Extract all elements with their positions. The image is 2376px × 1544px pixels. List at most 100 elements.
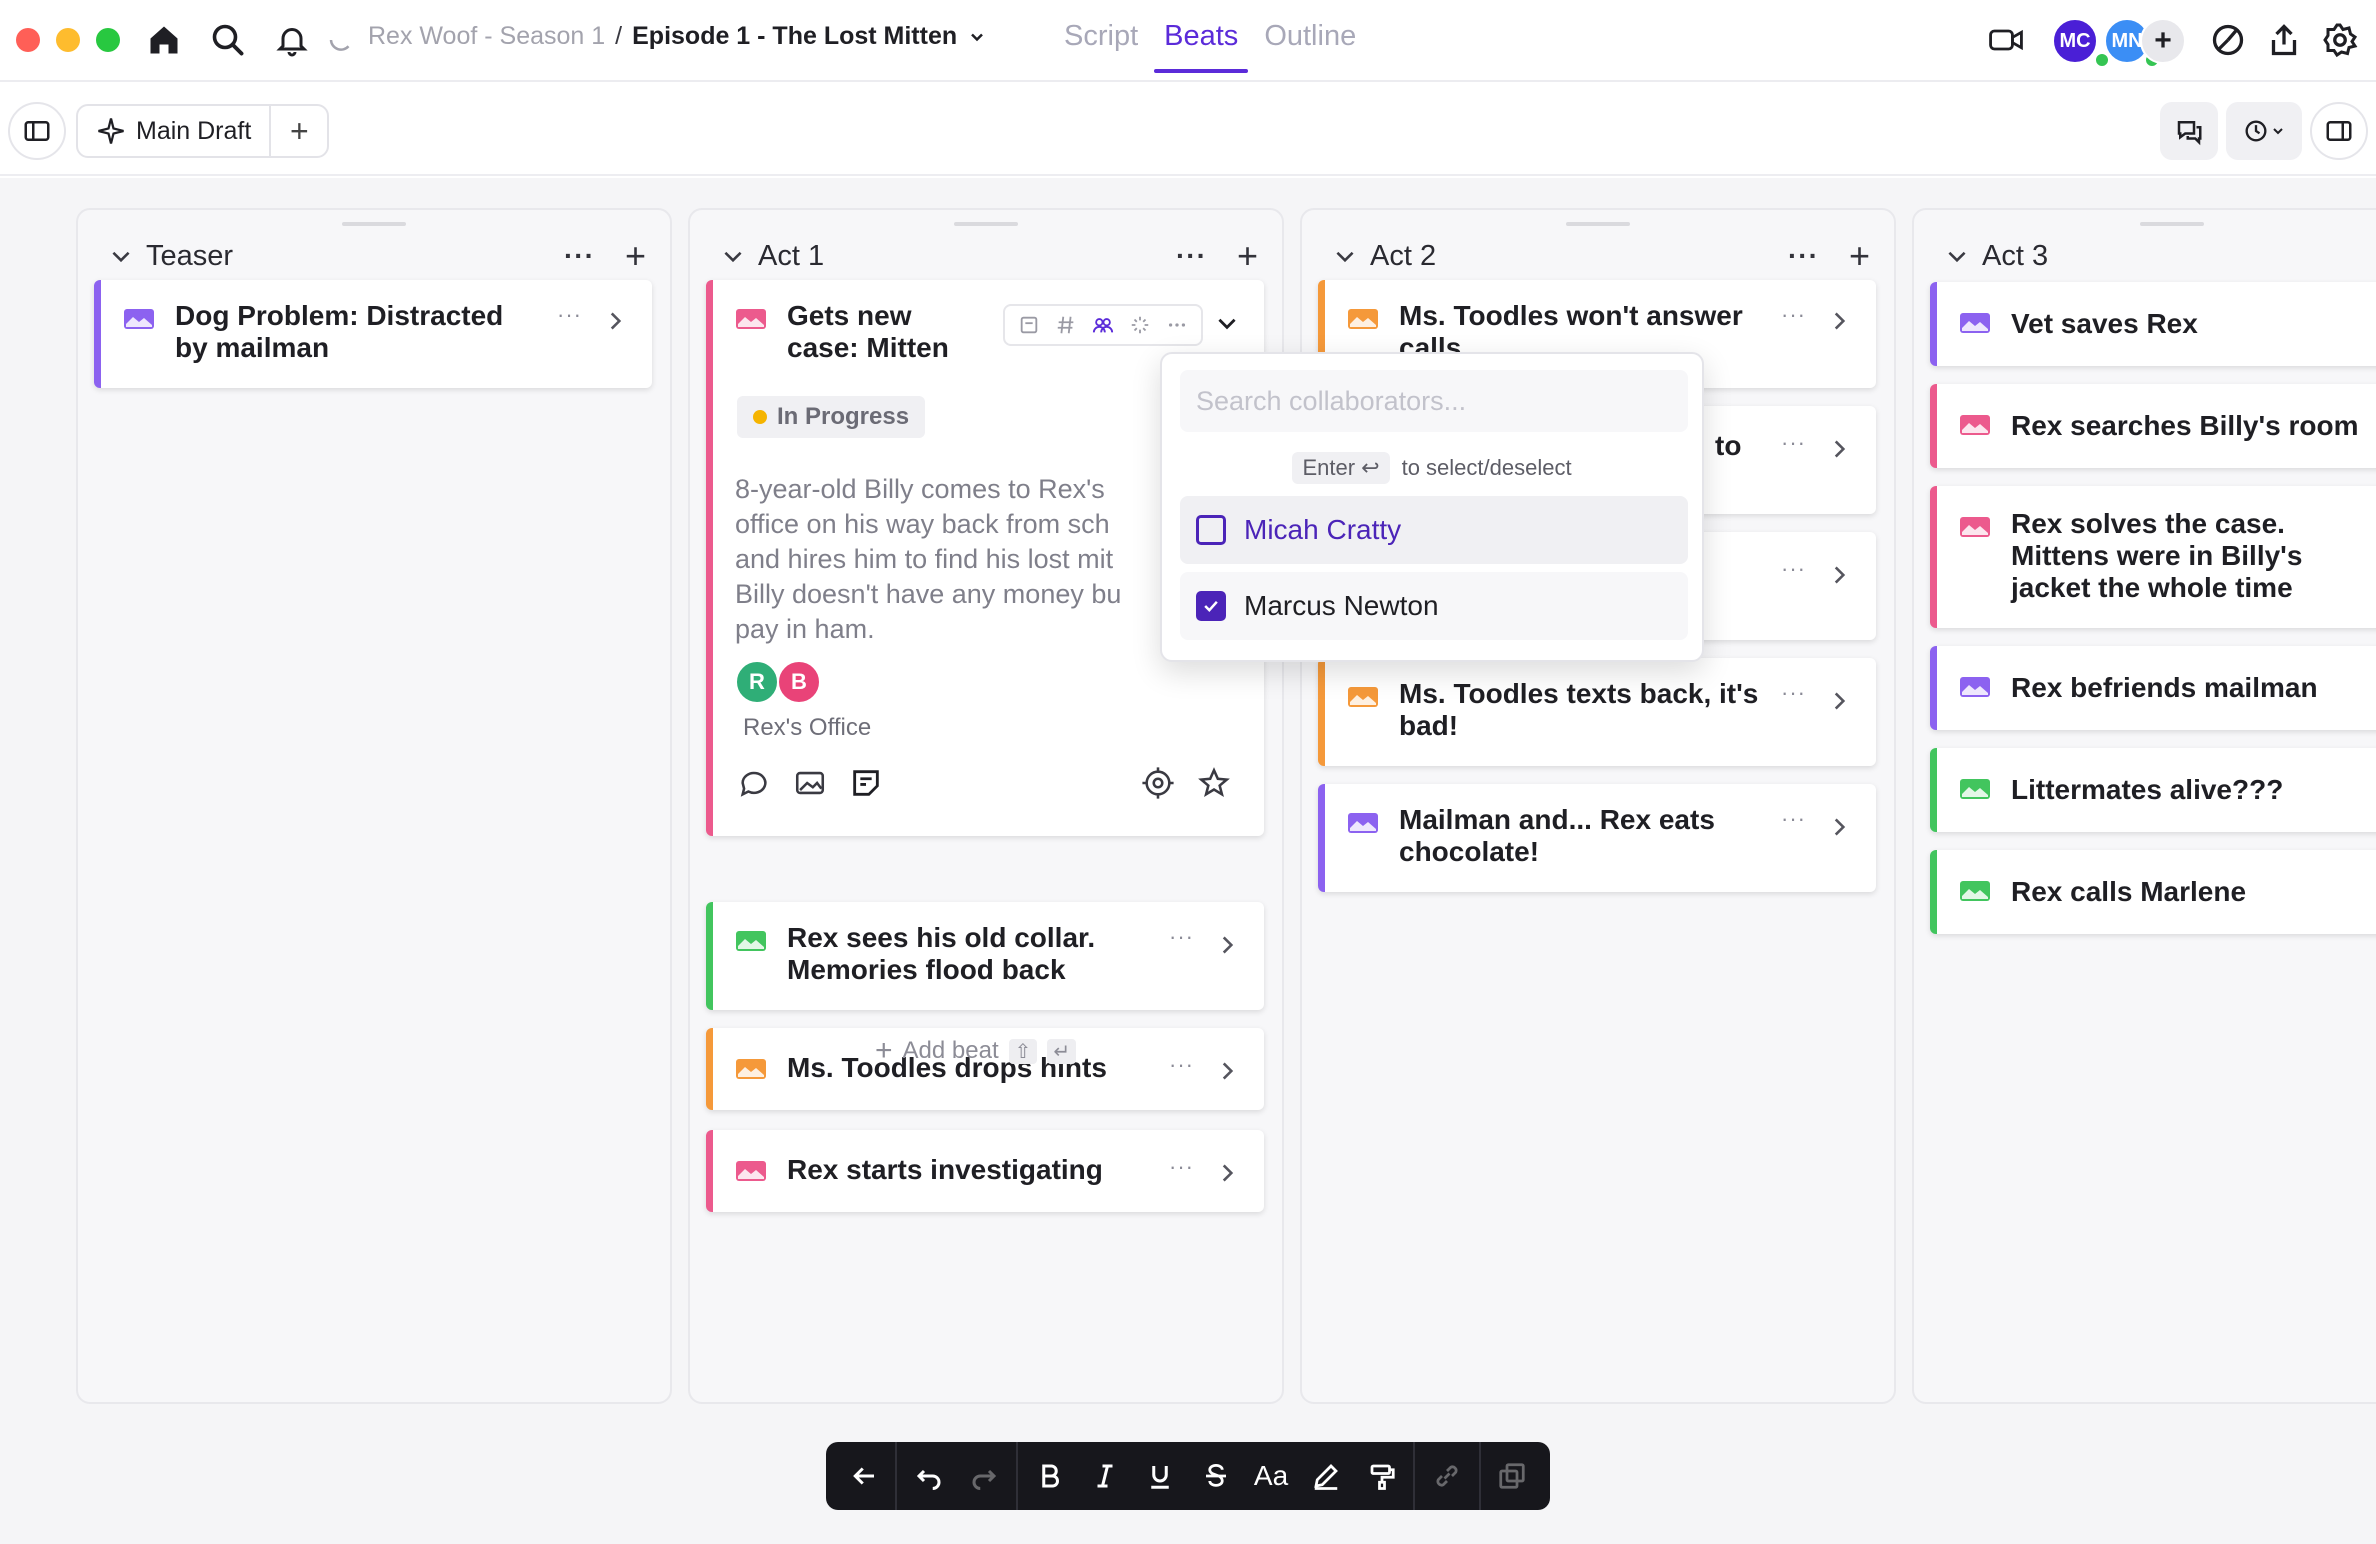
column-more-button[interactable]: ··· — [564, 240, 595, 272]
beat-card[interactable]: Dog Problem: Distracted by mailman ··· — [94, 280, 652, 388]
comments-button[interactable] — [2160, 102, 2218, 160]
note-icon[interactable] — [1018, 314, 1040, 336]
search-collaborators-input[interactable] — [1180, 370, 1688, 432]
home-icon[interactable] — [144, 20, 184, 60]
avatar[interactable]: R — [735, 660, 779, 704]
chevron-down-icon[interactable] — [1332, 243, 1358, 269]
beat-card[interactable]: Rex sees his old collar. Memories flood … — [706, 902, 1264, 1010]
redo-button[interactable] — [957, 1448, 1012, 1504]
beat-description[interactable]: 8-year-old Billy comes to Rex's office o… — [735, 472, 1175, 647]
chevron-right-icon[interactable] — [1214, 1058, 1240, 1084]
close-window-button[interactable] — [16, 28, 40, 52]
highlight-button[interactable] — [1299, 1448, 1354, 1504]
chevron-right-icon[interactable] — [1826, 814, 1852, 840]
beat-card[interactable]: Rex solves the case. Mittens were in Bil… — [1930, 486, 2376, 628]
beat-more-button[interactable]: ··· — [1781, 556, 1806, 582]
beat-more-button[interactable]: ··· — [1169, 924, 1194, 950]
collaborator-option[interactable]: Marcus Newton — [1180, 572, 1688, 640]
link-button[interactable] — [1419, 1448, 1474, 1504]
beat-card[interactable]: Rex calls Marlene — [1930, 850, 2376, 934]
bold-button[interactable] — [1022, 1448, 1077, 1504]
toggle-left-sidebar-button[interactable] — [8, 102, 66, 160]
tab-outline[interactable]: Outline — [1260, 18, 1360, 73]
format-painter-button[interactable] — [1354, 1448, 1409, 1504]
video-icon[interactable] — [1984, 20, 2028, 60]
people-icon[interactable] — [1092, 314, 1114, 336]
chevron-down-icon[interactable] — [1214, 310, 1240, 336]
share-icon[interactable] — [2264, 20, 2304, 60]
chart-icon[interactable] — [2208, 20, 2248, 60]
beat-location[interactable]: Rex's Office — [743, 714, 871, 742]
beat-more-button[interactable]: ··· — [1781, 680, 1806, 706]
beat-more-button[interactable]: ··· — [1781, 806, 1806, 832]
column-add-button[interactable]: + — [1237, 238, 1258, 274]
add-beat-button[interactable]: + Add beat ⇧ ↵ — [875, 1034, 1077, 1068]
column-drag-handle[interactable] — [954, 222, 1018, 226]
beat-card[interactable]: Vet saves Rex — [1930, 282, 2376, 366]
comment-icon[interactable] — [737, 766, 771, 800]
chevron-right-icon[interactable] — [1214, 1160, 1240, 1186]
beat-card[interactable]: Mailman and... Rex eats chocolate! ··· — [1318, 784, 1876, 892]
chevron-down-icon[interactable] — [720, 243, 746, 269]
column-drag-handle[interactable] — [2140, 222, 2204, 226]
font-size-button[interactable]: Aa — [1243, 1448, 1298, 1504]
loading-icon[interactable] — [1129, 314, 1151, 336]
avatar[interactable]: B — [777, 660, 821, 704]
target-icon[interactable] — [1141, 766, 1175, 800]
chevron-down-icon[interactable] — [967, 27, 987, 47]
beat-more-button[interactable]: ··· — [1781, 302, 1806, 328]
beat-card[interactable]: Rex starts investigating ··· — [706, 1130, 1264, 1212]
gear-icon[interactable] — [2320, 20, 2360, 60]
maximize-window-button[interactable] — [96, 28, 120, 52]
beat-card[interactable]: Rex befriends mailman — [1930, 646, 2376, 730]
hashtag-icon[interactable] — [1055, 314, 1077, 336]
more-icon[interactable] — [1166, 314, 1188, 336]
chevron-down-icon[interactable] — [108, 243, 134, 269]
column-more-button[interactable]: ··· — [1788, 240, 1819, 272]
collaborator-option[interactable]: Micah Cratty — [1180, 496, 1688, 564]
column-add-button[interactable]: + — [625, 238, 646, 274]
status-badge[interactable]: In Progress — [737, 396, 926, 438]
breadcrumb-season[interactable]: Rex Woof - Season 1 — [368, 22, 605, 51]
column-more-button[interactable]: ··· — [1176, 240, 1207, 272]
draft-tab-main[interactable]: Main Draft — [78, 106, 272, 156]
toggle-right-sidebar-button[interactable] — [2310, 102, 2368, 160]
search-icon[interactable] — [208, 20, 248, 60]
add-collaborator-button[interactable]: + — [2140, 18, 2186, 64]
column-drag-handle[interactable] — [342, 222, 406, 226]
beat-card[interactable]: Ms. Toodles texts back, it's bad! ··· — [1318, 658, 1876, 766]
italic-button[interactable] — [1077, 1448, 1132, 1504]
strikethrough-button[interactable] — [1188, 1448, 1243, 1504]
chevron-down-icon[interactable] — [1944, 243, 1970, 269]
tab-script[interactable]: Script — [1060, 18, 1142, 73]
breadcrumb-episode[interactable]: Episode 1 - The Lost Mitten — [632, 22, 957, 51]
unchecked-checkbox[interactable] — [1196, 515, 1226, 545]
chevron-right-icon[interactable] — [602, 308, 628, 334]
chevron-right-icon[interactable] — [1826, 688, 1852, 714]
add-draft-button[interactable]: + — [271, 106, 327, 156]
chevron-right-icon[interactable] — [1826, 308, 1852, 334]
avatar-mc[interactable]: MC — [2052, 18, 2098, 64]
checked-checkbox[interactable] — [1196, 591, 1226, 621]
history-button[interactable] — [2226, 102, 2302, 160]
beat-more-button[interactable]: ··· — [1781, 430, 1806, 456]
underline-button[interactable] — [1133, 1448, 1188, 1504]
column-add-button[interactable]: + — [1849, 238, 1870, 274]
chevron-right-icon[interactable] — [1826, 436, 1852, 462]
chevron-right-icon[interactable] — [1826, 562, 1852, 588]
beat-card[interactable]: Rex searches Billy's room — [1930, 384, 2376, 468]
image-icon[interactable] — [793, 766, 827, 800]
notes-icon[interactable] — [849, 766, 883, 800]
beat-more-button[interactable]: ··· — [1169, 1154, 1194, 1180]
duplicate-button[interactable] — [1485, 1448, 1540, 1504]
beat-more-button[interactable]: ··· — [557, 302, 582, 328]
beat-title[interactable]: Gets new case: Mitten — [787, 300, 964, 364]
beat-card[interactable]: Littermates alive??? — [1930, 748, 2376, 832]
chevron-right-icon[interactable] — [1214, 932, 1240, 958]
minimize-window-button[interactable] — [56, 28, 80, 52]
undo-button[interactable] — [901, 1448, 956, 1504]
beat-more-button[interactable]: ··· — [1169, 1052, 1194, 1078]
back-button[interactable] — [836, 1448, 891, 1504]
star-icon[interactable] — [1197, 766, 1231, 800]
column-drag-handle[interactable] — [1566, 222, 1630, 226]
